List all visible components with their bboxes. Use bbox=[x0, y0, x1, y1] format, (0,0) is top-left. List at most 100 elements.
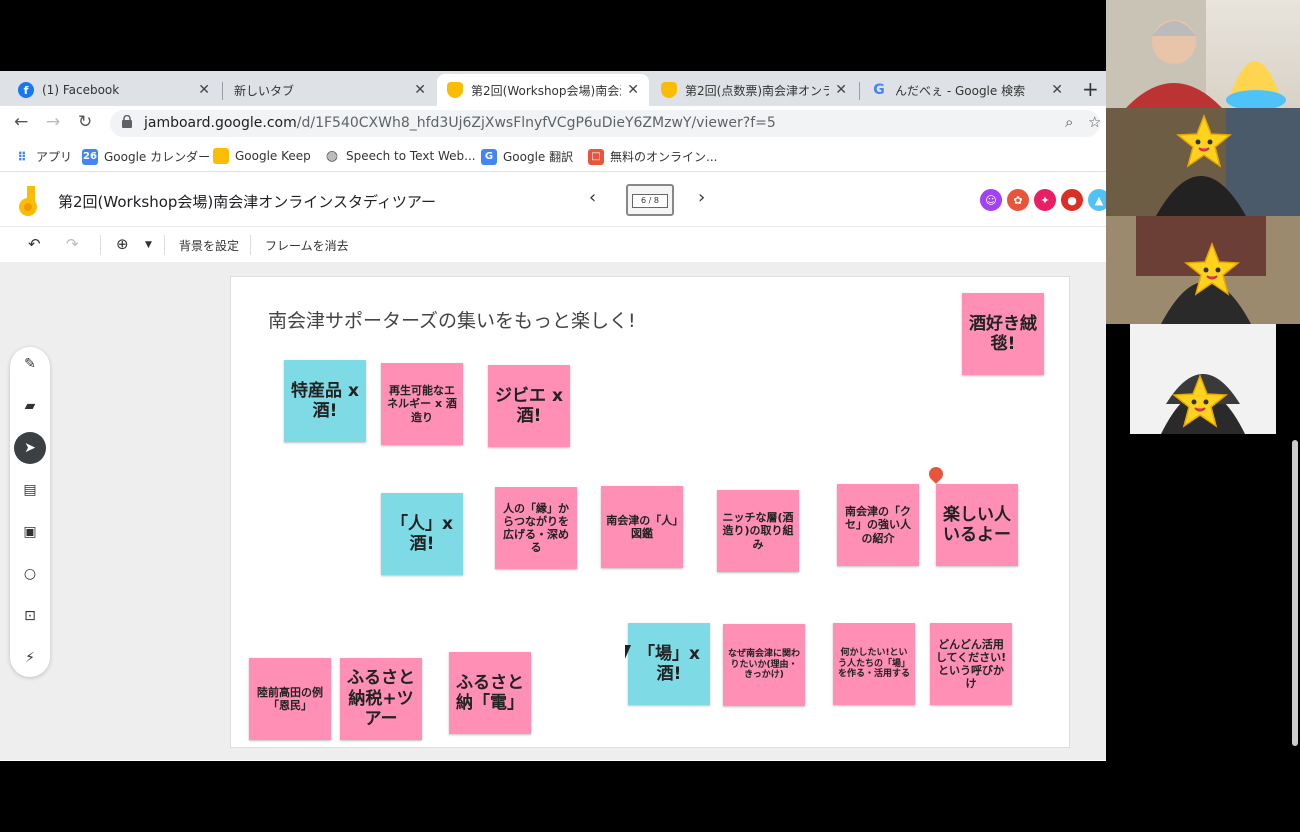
zoom-icon[interactable]: ⌕ bbox=[1065, 113, 1073, 131]
sticky-note[interactable]: 酒好き絨毯! bbox=[962, 293, 1044, 375]
sticky-note[interactable]: ニッチな層(酒造り)の取り組み bbox=[717, 490, 799, 572]
close-icon[interactable]: ✕ bbox=[414, 82, 426, 98]
star-face-icon bbox=[1171, 373, 1229, 430]
note-text: ふるさと納「電」 bbox=[456, 672, 524, 713]
note-text: 陸前高田の例「恩民」 bbox=[257, 685, 323, 712]
laser-tool-icon[interactable]: ⚡ bbox=[19, 647, 41, 669]
tab-title: (1) Facebook bbox=[42, 83, 120, 97]
close-icon[interactable]: ✕ bbox=[198, 82, 210, 98]
jamboard-toolbar: ↶ ↷ ⊕ ▼ 背景を設定 フレームを消去 bbox=[0, 228, 1106, 262]
note-text: 酒好き絨毯! bbox=[969, 313, 1037, 354]
clear-frame-button[interactable]: フレームを消去 bbox=[265, 237, 349, 254]
note-text: どんどん活用してください!という呼びかけ bbox=[935, 637, 1007, 691]
bookmark-label: Google Keep bbox=[235, 149, 311, 163]
note-text: 特産品 x 酒! bbox=[291, 380, 359, 421]
forward-button[interactable]: → bbox=[46, 112, 60, 132]
note-text: 「人」x 酒! bbox=[391, 513, 453, 554]
jamboard-icon bbox=[447, 82, 463, 98]
sticky-note[interactable]: ふるさと納「電」 bbox=[449, 652, 531, 734]
frame-bar-button[interactable]: 6 / 8 bbox=[626, 184, 674, 216]
bookmark-label: 無料のオンライン... bbox=[610, 150, 718, 164]
collaborator-avatars[interactable]: ☺ ✿ ✦ ● ▲ bbox=[978, 187, 1113, 213]
reload-button[interactable]: ↻ bbox=[78, 112, 92, 132]
keep-icon bbox=[213, 148, 229, 164]
bookmark-speech[interactable]: ◍ Speech to Text Web... bbox=[324, 148, 476, 164]
tab-divider bbox=[859, 82, 860, 100]
chat-icon: □ bbox=[588, 148, 604, 165]
toolbar-divider bbox=[164, 235, 165, 255]
eraser-tool-icon[interactable]: ▰ bbox=[19, 395, 41, 417]
scrollbar[interactable] bbox=[1292, 440, 1298, 746]
close-icon[interactable]: ✕ bbox=[1051, 82, 1063, 98]
bookmark-label: Google カレンダー bbox=[104, 150, 211, 164]
set-background-button[interactable]: 背景を設定 bbox=[179, 237, 239, 254]
back-button[interactable]: ← bbox=[14, 112, 28, 132]
avatar: ✿ bbox=[1005, 187, 1031, 213]
bookmark-calendar[interactable]: 26 Google カレンダー bbox=[82, 148, 210, 165]
tab-facebook[interactable]: f (1) Facebook ✕ bbox=[8, 74, 220, 106]
bookmark-label: アプリ bbox=[36, 150, 73, 164]
tab-title: んだべぇ - Google 検索 bbox=[895, 83, 1026, 98]
bookmark-online[interactable]: □ 無料のオンライン... bbox=[588, 148, 717, 165]
address-bar-row: ← → ↻ jamboard.google.com/d/1F540CXWh8_h… bbox=[0, 106, 1106, 140]
bookmark-translate[interactable]: G Google 翻訳 bbox=[481, 148, 573, 165]
sticky-note[interactable]: 「人」x 酒! bbox=[381, 493, 463, 575]
board-name[interactable]: 第2回(Workshop会場)南会津オンラインスタディツアー bbox=[58, 191, 436, 212]
url-text: jamboard.google.com/d/1F540CXWh8_hfd3Uj6… bbox=[144, 115, 776, 131]
pen-tool-icon[interactable]: ✎ bbox=[19, 353, 41, 375]
tab-workshop[interactable]: 第2回(Workshop会場)南会津 ✕ bbox=[437, 74, 649, 106]
new-tab-button[interactable]: + bbox=[1082, 77, 1099, 101]
close-icon[interactable]: ✕ bbox=[627, 82, 639, 98]
sticky-note[interactable]: どんどん活用してください!という呼びかけ bbox=[930, 623, 1012, 705]
text-box-tool-icon[interactable]: ⊡ bbox=[19, 605, 41, 627]
video-tile bbox=[1106, 0, 1300, 108]
chevron-down-icon[interactable]: ▼ bbox=[145, 240, 152, 250]
note-text: 南会津の「クセ」の強い人の紹介 bbox=[845, 505, 911, 545]
note-text: ふるさと納税+ツアー bbox=[347, 668, 415, 730]
drawing-tools-panel: ✎ ▰ ➤ ▤ ▣ ○ ⊡ ⚡ bbox=[10, 347, 50, 677]
sticky-note[interactable]: 楽しい人いるよー bbox=[936, 484, 1018, 566]
sticky-note[interactable]: ふるさと納税+ツアー bbox=[340, 658, 422, 740]
sticky-note[interactable]: 南会津の「クセ」の強い人の紹介 bbox=[837, 484, 919, 566]
translate-icon: G bbox=[481, 148, 497, 165]
star-face-icon bbox=[1183, 241, 1241, 298]
sticky-note[interactable]: 陸前高田の例「恩民」 bbox=[249, 658, 331, 740]
sticky-note[interactable]: ジビエ x 酒! bbox=[488, 365, 570, 447]
note-text: 何かしたい!という人たちの「場」を作る・活用する bbox=[837, 647, 910, 680]
circle-tool-icon[interactable]: ○ bbox=[19, 563, 41, 585]
sticky-note[interactable]: 南会津の「人」図鑑 bbox=[601, 486, 683, 568]
tab-new-tab[interactable]: 新しいタブ ✕ bbox=[224, 74, 436, 106]
lock-icon bbox=[122, 115, 132, 128]
note-text: ニッチな層(酒造り)の取り組み bbox=[722, 511, 794, 551]
tab-title: 第2回(Workshop会場)南会津 bbox=[471, 83, 622, 98]
bookmark-keep[interactable]: Google Keep bbox=[213, 148, 311, 164]
select-tool-icon[interactable]: ➤ bbox=[14, 432, 46, 464]
tab-title: 第2回(点数票)南会津オンライン bbox=[685, 83, 830, 98]
undo-icon[interactable]: ↶ bbox=[28, 235, 41, 253]
bookmark-star-icon[interactable]: ☆ bbox=[1088, 113, 1101, 131]
tab-scoresheet[interactable]: 第2回(点数票)南会津オンライン ✕ bbox=[651, 74, 857, 106]
close-icon[interactable]: ✕ bbox=[835, 82, 847, 98]
jamboard-icon bbox=[661, 82, 677, 98]
board-text-title[interactable]: 南会津サポーターズの集いをもっと楽しく! bbox=[268, 306, 636, 333]
zoom-icon[interactable]: ⊕ bbox=[116, 235, 129, 253]
redo-icon[interactable]: ↷ bbox=[66, 235, 79, 253]
sticky-note[interactable]: 人の「縁」からつながりを広げる・深める bbox=[495, 487, 577, 569]
sticky-note[interactable]: なぜ南会津に関わりたいか(理由・きっかけ) bbox=[723, 624, 805, 706]
note-text: 人の「縁」からつながりを広げる・深める bbox=[503, 501, 569, 555]
url-host: jamboard.google.com bbox=[144, 115, 297, 131]
participant-video bbox=[1106, 0, 1286, 108]
sticky-note[interactable]: 再生可能なエネルギー x 酒造り bbox=[381, 363, 463, 445]
sticky-note-tool-icon[interactable]: ▤ bbox=[19, 479, 41, 501]
next-frame-button[interactable]: › bbox=[698, 187, 705, 208]
image-tool-icon[interactable]: ▣ bbox=[19, 521, 41, 543]
note-text: 「場」x 酒! bbox=[638, 643, 700, 684]
video-tile bbox=[1106, 324, 1300, 434]
sticky-note[interactable]: 何かしたい!という人たちの「場」を作る・活用する bbox=[833, 623, 915, 705]
sticky-note[interactable]: 「場」x 酒! bbox=[628, 623, 710, 705]
url-input[interactable]: jamboard.google.com/d/1F540CXWh8_hfd3Uj6… bbox=[110, 110, 1101, 137]
tab-google-search[interactable]: G んだべぇ - Google 検索 ✕ bbox=[861, 74, 1073, 106]
sticky-note[interactable]: 特産品 x 酒! bbox=[284, 360, 366, 442]
bookmark-apps[interactable]: ⠿ アプリ bbox=[14, 148, 72, 165]
prev-frame-button[interactable]: ‹ bbox=[589, 187, 596, 208]
